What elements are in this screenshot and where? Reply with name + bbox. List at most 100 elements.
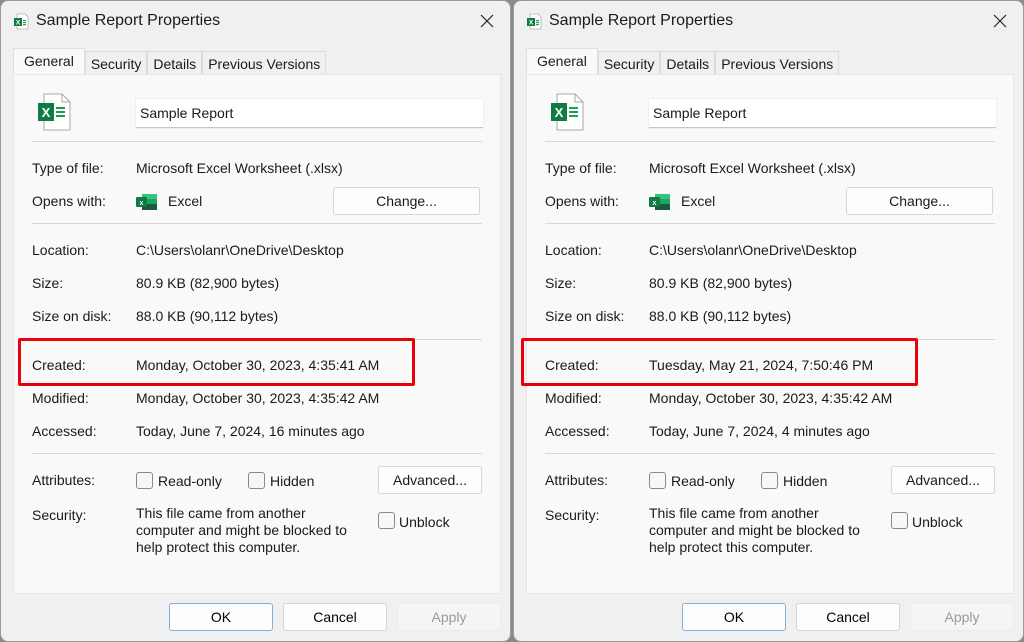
tab-previous-versions[interactable]: Previous Versions bbox=[715, 51, 840, 75]
dialog-title: Sample Report Properties bbox=[549, 12, 734, 29]
size-on-disk-value: 88.0 KB (90,112 bytes) bbox=[136, 308, 279, 324]
apply-button[interactable]: Apply bbox=[910, 603, 1014, 631]
read-only-checkbox[interactable] bbox=[649, 472, 666, 489]
tab-previous-versions[interactable]: Previous Versions bbox=[202, 51, 327, 75]
file-name-input[interactable] bbox=[649, 99, 996, 128]
type-of-file-label: Type of file: bbox=[32, 160, 104, 176]
attributes-label: Attributes: bbox=[32, 472, 96, 488]
read-only-label[interactable]: Read-only bbox=[158, 473, 222, 489]
accessed-label: Accessed: bbox=[32, 423, 97, 439]
tab-details[interactable]: Details bbox=[147, 51, 203, 75]
attributes-label: Attributes: bbox=[545, 472, 609, 488]
advanced-button[interactable]: Advanced... bbox=[378, 466, 482, 494]
created-value: Monday, October 30, 2023, 4:35:41 AM bbox=[136, 357, 380, 373]
close-button[interactable] bbox=[472, 7, 502, 35]
divider bbox=[32, 141, 482, 142]
apply-button[interactable]: Apply bbox=[397, 603, 501, 631]
tab-security[interactable]: Security bbox=[84, 51, 148, 75]
modified-label: Modified: bbox=[32, 390, 89, 406]
type-of-file-value: Microsoft Excel Worksheet (.xlsx) bbox=[649, 160, 856, 176]
svg-text:X: X bbox=[529, 20, 534, 27]
divider bbox=[32, 223, 482, 224]
title-bar[interactable]: X Sample Report Properties bbox=[514, 1, 1023, 41]
size-on-disk-label: Size on disk: bbox=[545, 308, 625, 324]
excel-app-icon: x bbox=[136, 194, 157, 210]
tab-security[interactable]: Security bbox=[597, 51, 661, 75]
general-panel: X Type of file: Microsoft Excel Workshee… bbox=[13, 74, 501, 594]
tab-details[interactable]: Details bbox=[660, 51, 716, 75]
svg-text:x: x bbox=[140, 200, 144, 207]
opens-with-value: Excel bbox=[681, 193, 716, 209]
tab-general[interactable]: General bbox=[13, 48, 85, 75]
svg-text:X: X bbox=[555, 105, 564, 120]
accessed-value: Today, June 7, 2024, 16 minutes ago bbox=[136, 423, 365, 439]
location-value: C:\Users\olanr\OneDrive\Desktop bbox=[649, 242, 857, 258]
type-of-file-label: Type of file: bbox=[545, 160, 617, 176]
unblock-label[interactable]: Unblock bbox=[399, 514, 450, 530]
excel-file-icon: X bbox=[14, 13, 29, 30]
size-label: Size: bbox=[545, 275, 577, 291]
location-label: Location: bbox=[32, 242, 89, 258]
unblock-checkbox[interactable] bbox=[891, 512, 908, 529]
location-label: Location: bbox=[545, 242, 602, 258]
divider bbox=[545, 339, 995, 340]
tab-bar: General Security Details Previous Versio… bbox=[526, 48, 840, 75]
created-label: Created: bbox=[32, 357, 86, 373]
location-value: C:\Users\olanr\OneDrive\Desktop bbox=[136, 242, 344, 258]
svg-text:x: x bbox=[653, 200, 657, 207]
hidden-checkbox[interactable] bbox=[761, 472, 778, 489]
general-panel: X Type of file: Microsoft Excel Workshee… bbox=[526, 74, 1014, 594]
modified-value: Monday, October 30, 2023, 4:35:42 AM bbox=[649, 390, 893, 406]
cancel-button[interactable]: Cancel bbox=[283, 603, 387, 631]
read-only-checkbox[interactable] bbox=[136, 472, 153, 489]
advanced-button[interactable]: Advanced... bbox=[891, 466, 995, 494]
divider bbox=[32, 339, 482, 340]
ok-button[interactable]: OK bbox=[169, 603, 273, 631]
excel-file-icon: X bbox=[551, 93, 584, 131]
hidden-label[interactable]: Hidden bbox=[783, 473, 827, 489]
read-only-label[interactable]: Read-only bbox=[671, 473, 735, 489]
accessed-value: Today, June 7, 2024, 4 minutes ago bbox=[649, 423, 870, 439]
close-icon bbox=[480, 14, 494, 28]
cancel-button[interactable]: Cancel bbox=[796, 603, 900, 631]
change-button[interactable]: Change... bbox=[846, 187, 993, 215]
size-on-disk-label: Size on disk: bbox=[32, 308, 112, 324]
hidden-checkbox[interactable] bbox=[248, 472, 265, 489]
size-label: Size: bbox=[32, 275, 64, 291]
title-bar[interactable]: X Sample Report Properties bbox=[1, 1, 510, 41]
divider bbox=[545, 453, 995, 454]
close-button[interactable] bbox=[985, 7, 1015, 35]
close-icon bbox=[993, 14, 1007, 28]
unblock-label[interactable]: Unblock bbox=[912, 514, 963, 530]
hidden-label[interactable]: Hidden bbox=[270, 473, 314, 489]
excel-file-icon: X bbox=[38, 93, 71, 131]
excel-file-icon: X bbox=[527, 13, 542, 30]
created-value: Tuesday, May 21, 2024, 7:50:46 PM bbox=[649, 357, 874, 373]
security-message: This file came from another computer and… bbox=[136, 505, 347, 555]
tab-bar: General Security Details Previous Versio… bbox=[13, 48, 327, 75]
excel-app-icon: x bbox=[649, 194, 670, 210]
security-label: Security: bbox=[545, 507, 600, 523]
svg-text:X: X bbox=[42, 105, 51, 120]
properties-dialog-right: X Sample Report Properties General Secur… bbox=[513, 0, 1024, 642]
size-on-disk-value: 88.0 KB (90,112 bytes) bbox=[649, 308, 792, 324]
accessed-label: Accessed: bbox=[545, 423, 610, 439]
divider bbox=[545, 141, 995, 142]
file-name-input[interactable] bbox=[136, 99, 483, 128]
opens-with-label: Opens with: bbox=[32, 193, 106, 209]
modified-label: Modified: bbox=[545, 390, 602, 406]
modified-value: Monday, October 30, 2023, 4:35:42 AM bbox=[136, 390, 380, 406]
ok-button[interactable]: OK bbox=[682, 603, 786, 631]
tab-general[interactable]: General bbox=[526, 48, 598, 75]
created-label: Created: bbox=[545, 357, 599, 373]
change-button[interactable]: Change... bbox=[333, 187, 480, 215]
size-value: 80.9 KB (82,900 bytes) bbox=[649, 275, 793, 291]
divider bbox=[545, 223, 995, 224]
divider bbox=[32, 453, 482, 454]
properties-dialog-left: X Sample Report Properties General Secur… bbox=[0, 0, 511, 642]
unblock-checkbox[interactable] bbox=[378, 512, 395, 529]
size-value: 80.9 KB (82,900 bytes) bbox=[136, 275, 280, 291]
opens-with-value: Excel bbox=[168, 193, 203, 209]
svg-text:X: X bbox=[16, 20, 21, 27]
type-of-file-value: Microsoft Excel Worksheet (.xlsx) bbox=[136, 160, 343, 176]
